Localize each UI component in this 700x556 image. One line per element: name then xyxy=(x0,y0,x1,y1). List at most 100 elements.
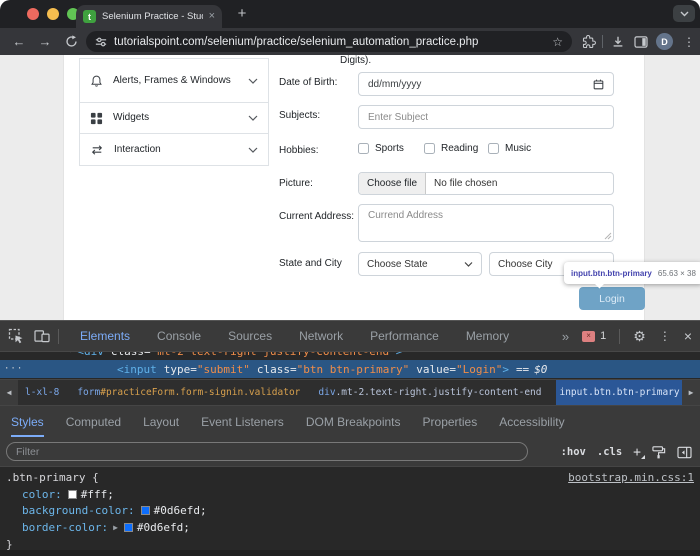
tab-console[interactable]: Console xyxy=(157,329,201,343)
choose-file-button[interactable]: Choose file xyxy=(359,173,427,194)
value-token: "btn btn-primary" xyxy=(296,362,410,376)
extensions-button[interactable] xyxy=(578,28,600,55)
more-tabs-button[interactable]: » xyxy=(562,329,569,344)
address-label: Current Address: xyxy=(279,211,355,222)
devtools-close-button[interactable]: × xyxy=(684,328,692,344)
browser-menu-button[interactable]: ⋮ xyxy=(678,28,700,55)
color-swatch[interactable] xyxy=(123,522,133,532)
tab-network[interactable]: Network xyxy=(299,329,343,343)
dom-node-parent-div[interactable]: ▾ <div class="mt-2 text-right justify-con… xyxy=(0,352,700,360)
expand-property-icon[interactable]: ▶ xyxy=(113,523,118,532)
sidebar-item-alerts-frames-windows[interactable]: Alerts, Frames & Windows xyxy=(80,59,268,103)
expander-icon[interactable]: ▾ xyxy=(68,352,73,356)
new-style-rule-button[interactable]: + xyxy=(633,445,645,460)
dollar-zero-marker: $0 xyxy=(534,362,548,376)
css-property-color[interactable]: color: #fff; xyxy=(0,486,700,503)
practice-form-card: Alerts, Frames & Windows Widgets Interac… xyxy=(63,55,645,320)
pane-tab-properties[interactable]: Properties xyxy=(423,406,478,437)
format-painter-icon[interactable] xyxy=(652,445,666,459)
inspect-cursor-icon xyxy=(8,328,23,344)
close-token: > xyxy=(396,352,403,358)
sidebar-item-interaction[interactable]: Interaction xyxy=(80,134,268,165)
reading-checkbox[interactable] xyxy=(424,143,435,154)
devtools-settings-button[interactable]: ⚙ xyxy=(633,328,646,345)
hobby-sports-option[interactable]: Sports xyxy=(358,143,404,154)
state-select-value: Choose State xyxy=(367,258,428,270)
tab-search-button[interactable] xyxy=(673,5,695,22)
pane-tab-dom-breakpoints[interactable]: DOM Breakpoints xyxy=(306,406,401,437)
toggle-class-button[interactable]: .cls xyxy=(597,446,622,458)
breadcrumb-form[interactable]: form #practiceForm.form-signin.validator xyxy=(74,380,303,405)
picture-file-input[interactable]: Choose file No file chosen xyxy=(358,172,614,195)
sidebar-toggle-icon[interactable] xyxy=(677,446,692,459)
devtools-menu-button[interactable]: ⋮ xyxy=(659,329,671,343)
new-tab-button[interactable]: + xyxy=(232,5,252,22)
sports-checkbox[interactable] xyxy=(358,143,369,154)
error-counter[interactable]: × 1 xyxy=(582,330,606,342)
tab-memory[interactable]: Memory xyxy=(466,329,509,343)
breadcrumb-col[interactable]: l-xl-8 xyxy=(22,380,62,405)
inspect-element-button[interactable] xyxy=(4,321,28,351)
toolbar-divider xyxy=(602,35,603,48)
forward-button[interactable]: → xyxy=(34,28,56,55)
sidebar-accordion: Alerts, Frames & Windows Widgets Interac… xyxy=(79,58,269,166)
breadcrumb-prev-button[interactable]: ◀ xyxy=(0,380,18,405)
sidebar-item-label: Interaction xyxy=(114,143,161,155)
hobby-reading-option[interactable]: Reading xyxy=(424,143,478,154)
toggle-hover-state-button[interactable]: :hov xyxy=(561,446,586,458)
profile-avatar[interactable]: D xyxy=(656,33,673,50)
sports-label: Sports xyxy=(375,143,404,154)
browser-tab[interactable]: t Selenium Practice - Student R × xyxy=(76,5,222,28)
pane-tab-layout[interactable]: Layout xyxy=(143,406,179,437)
bookmark-star-icon[interactable]: ☆ xyxy=(552,35,563,49)
sidebar-item-widgets[interactable]: Widgets xyxy=(80,103,268,134)
address-textarea[interactable]: Currend Address xyxy=(358,204,614,242)
login-button[interactable]: Login xyxy=(579,287,645,310)
dom-node-selected-input[interactable]: ··· <input type= "submit" class= "btn btn-pr… xyxy=(0,360,700,378)
attr-token: class= xyxy=(256,362,297,376)
css-property-border-color[interactable]: border-color: ▶ #0d6efd; xyxy=(0,519,700,536)
css-property-background-color[interactable]: background-color: #0d6efd; xyxy=(0,502,700,519)
tab-close-icon[interactable]: × xyxy=(209,11,215,22)
dob-input[interactable]: dd/mm/yyyy xyxy=(358,72,614,96)
breadcrumb-input-selected[interactable]: input .btn.btn-primary xyxy=(556,380,683,405)
chevron-down-icon xyxy=(248,78,258,84)
tab-strip: t Selenium Practice - Student R × + xyxy=(0,0,700,28)
state-city-label: State and City xyxy=(279,258,342,269)
devtools-toolbar-right: » × 1 ⚙ ⋮ × xyxy=(562,321,692,351)
dob-label: Date of Birth: xyxy=(279,77,338,88)
tab-elements[interactable]: Elements xyxy=(80,329,130,343)
gutter-ellipsis-icon: ··· xyxy=(4,364,24,374)
color-swatch[interactable] xyxy=(140,506,150,516)
side-panel-button[interactable] xyxy=(630,28,652,55)
closing-brace: } xyxy=(6,537,13,551)
pane-tab-accessibility[interactable]: Accessibility xyxy=(499,406,564,437)
breadcrumb-div[interactable]: div .mt-2.text-right.justify-content-end xyxy=(315,380,544,405)
hobby-music-option[interactable]: Music xyxy=(488,143,531,154)
stylesheet-source-link[interactable]: bootstrap.min.css:1 xyxy=(568,471,694,484)
attr-token: value= xyxy=(416,362,456,376)
color-swatch[interactable] xyxy=(67,489,77,499)
downloads-button[interactable] xyxy=(607,28,629,55)
devtools-bottom-scrollbar[interactable] xyxy=(0,550,700,556)
css-rule-selector-line: .btn-primary { bootstrap.min.css:1 xyxy=(0,469,700,486)
pane-tab-computed[interactable]: Computed xyxy=(66,406,121,437)
device-toolbar-button[interactable] xyxy=(30,321,54,351)
hobbies-label: Hobbies: xyxy=(279,145,319,156)
close-window-button[interactable] xyxy=(27,8,39,20)
tab-sources[interactable]: Sources xyxy=(228,329,272,343)
pane-tab-styles[interactable]: Styles xyxy=(11,406,44,437)
tab-performance[interactable]: Performance xyxy=(370,329,439,343)
pane-tab-event-listeners[interactable]: Event Listeners xyxy=(201,406,284,437)
breadcrumb-next-button[interactable]: ▶ xyxy=(682,380,700,405)
reload-button[interactable] xyxy=(60,28,82,55)
breadcrumb-list: l-xl-8 form #practiceForm.form-signin.val… xyxy=(18,380,683,405)
back-button[interactable]: ← xyxy=(8,28,30,55)
resize-grip-icon[interactable] xyxy=(604,232,612,240)
music-checkbox[interactable] xyxy=(488,143,499,154)
styles-filter-input[interactable] xyxy=(6,442,528,461)
address-bar[interactable]: tutorialspoint.com/selenium/practice/sel… xyxy=(86,31,572,52)
subjects-input[interactable]: Enter Subject xyxy=(358,105,614,129)
minimize-window-button[interactable] xyxy=(47,8,59,20)
state-select[interactable]: Choose State xyxy=(358,252,482,276)
